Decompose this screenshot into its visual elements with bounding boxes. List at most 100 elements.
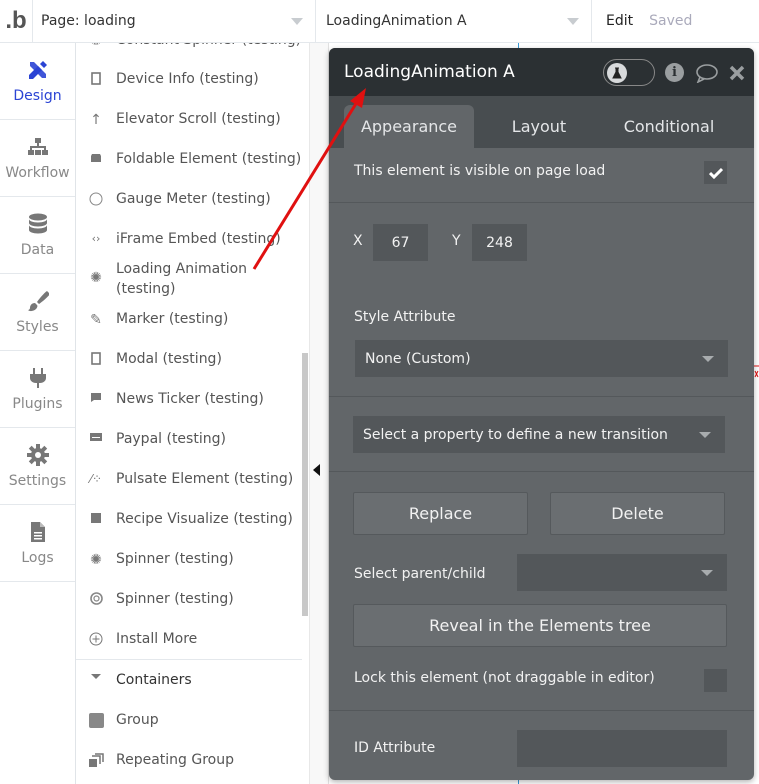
flask-icon (607, 63, 627, 83)
list-item[interactable]: Recipe Visualize (testing) (76, 509, 302, 529)
design-icon (26, 58, 50, 82)
list-item[interactable]: Group (76, 710, 302, 730)
message-icon (76, 389, 116, 403)
square-icon (76, 509, 116, 524)
folder-icon (76, 149, 116, 162)
nav-plugins[interactable]: Plugins (0, 351, 75, 428)
pencil-icon: ✎ (90, 312, 102, 328)
lock-element-label: Lock this element (not draggable in edit… (354, 670, 655, 686)
element-list-panel: ✺ Constant Spinner (testing) Device Info… (76, 43, 309, 784)
element-list-scrollbar[interactable] (302, 353, 308, 616)
list-item[interactable]: Spinner (testing) (76, 589, 302, 609)
x-input[interactable]: 67 (373, 224, 428, 261)
checkmark-icon (708, 167, 723, 179)
caret-down-icon (76, 670, 116, 681)
divider (329, 396, 754, 397)
list-item[interactable]: Repeating Group (76, 750, 302, 770)
list-item[interactable]: ✺ Loading Animation (testing) (76, 259, 302, 299)
x-label: X (353, 233, 363, 249)
nav-label: Settings (8, 473, 67, 489)
plus-circle-icon (76, 629, 116, 646)
visible-on-load-label: This element is visible on page load (354, 163, 606, 179)
canvas-element-fragment (754, 365, 759, 378)
editor-tabs: Appearance Layout Conditional (329, 96, 754, 148)
containers-section-header[interactable]: Containers (76, 670, 302, 690)
info-icon[interactable]: i (665, 63, 684, 82)
list-item[interactable]: ✺ Constant Spinner (testing) (76, 43, 302, 50)
left-nav: Design Workflow Data Styles Plugins Sett… (0, 43, 76, 784)
chevron-down-icon (699, 431, 711, 438)
page-selector-label: Page: loading (41, 13, 136, 29)
close-icon[interactable] (729, 65, 745, 86)
editor-header[interactable]: LoadingAnimation A i (329, 48, 754, 96)
nav-settings[interactable]: Settings (0, 428, 75, 505)
list-item[interactable]: Paypal (testing) (76, 429, 302, 449)
bubble-logo[interactable]: .b (0, 0, 32, 42)
chevron-down-icon (567, 18, 579, 25)
spinner-icon: ✺ (76, 43, 116, 49)
element-selector[interactable]: LoadingAnimation A (315, 0, 591, 42)
list-item[interactable]: ✎ Marker (testing) (76, 309, 302, 329)
nav-design[interactable]: Design (0, 43, 75, 120)
chevron-down-icon (701, 569, 713, 576)
comment-icon[interactable] (695, 63, 719, 88)
delete-button[interactable]: Delete (550, 492, 725, 535)
page-selector[interactable]: Page: loading (32, 0, 315, 42)
nav-label: Logs (21, 550, 54, 566)
id-attribute-input[interactable] (517, 730, 727, 767)
install-more-link[interactable]: Install More (76, 629, 302, 649)
nav-styles[interactable]: Styles (0, 274, 75, 351)
list-item[interactable]: ✺ Spinner (testing) (76, 549, 302, 569)
top-bar: .b Page: loading LoadingAnimation A Edit… (0, 0, 759, 43)
group-icon (76, 710, 116, 728)
nav-label: Styles (16, 319, 59, 335)
credit-card-icon (76, 429, 116, 442)
divider (76, 659, 302, 660)
property-editor: LoadingAnimation A i Appearance Layout C… (329, 48, 754, 780)
list-item[interactable]: Gauge Meter (testing) (76, 189, 302, 209)
nav-workflow[interactable]: Workflow (0, 120, 75, 197)
parent-child-dropdown[interactable] (517, 554, 727, 591)
parent-child-label: Select parent/child (354, 566, 486, 582)
list-item[interactable]: Device Info (testing) (76, 69, 302, 89)
circle-icon (76, 189, 116, 206)
list-item[interactable]: Foldable Element (testing) (76, 149, 302, 169)
chevron-down-icon (291, 18, 303, 25)
device-icon (76, 69, 116, 85)
divider (329, 710, 754, 711)
plug-icon (26, 366, 50, 390)
list-item[interactable]: Modal (testing) (76, 349, 302, 369)
replace-button[interactable]: Replace (353, 492, 528, 535)
document-icon (26, 520, 50, 544)
collapse-left-icon[interactable] (313, 464, 320, 476)
list-item[interactable]: News Ticker (testing) (76, 389, 302, 409)
style-attribute-dropdown[interactable]: None (Custom) (355, 340, 728, 377)
transition-property-dropdown[interactable]: Select a property to define a new transi… (353, 416, 725, 453)
tab-layout[interactable]: Layout (474, 105, 604, 148)
style-attribute-label: Style Attribute (354, 309, 456, 325)
divider (329, 202, 754, 203)
nav-logs[interactable]: Logs (0, 505, 75, 582)
debug-toggle[interactable] (603, 59, 655, 86)
list-item[interactable]: ↑ Elevator Scroll (testing) (76, 109, 302, 129)
list-item[interactable]: ⁄⁘ Pulsate Element (testing) (76, 469, 302, 489)
element-selector-label: LoadingAnimation A (326, 13, 467, 29)
list-item[interactable]: ‹› iFrame Embed (testing) (76, 229, 302, 249)
reveal-in-tree-button[interactable]: Reveal in the Elements tree (353, 604, 727, 647)
edit-menu[interactable]: Edit (606, 13, 633, 29)
lock-element-checkbox[interactable] (704, 669, 727, 692)
nav-label: Data (20, 242, 55, 258)
nav-data[interactable]: Data (0, 197, 75, 274)
y-input[interactable]: 248 (472, 224, 527, 261)
brush-icon (26, 289, 50, 313)
tab-conditional[interactable]: Conditional (604, 105, 734, 148)
repeating-group-icon (76, 750, 116, 767)
spinner-icon: ✺ (90, 552, 102, 568)
magic-wand-icon: ⁄⁘ (89, 472, 103, 486)
divider (329, 471, 754, 472)
tab-appearance[interactable]: Appearance (344, 105, 474, 148)
edit-status: Edit Saved (591, 0, 759, 42)
panel-collapse-strip[interactable] (309, 43, 329, 784)
nav-label: Plugins (12, 396, 63, 412)
visible-on-load-checkbox[interactable] (704, 161, 727, 184)
